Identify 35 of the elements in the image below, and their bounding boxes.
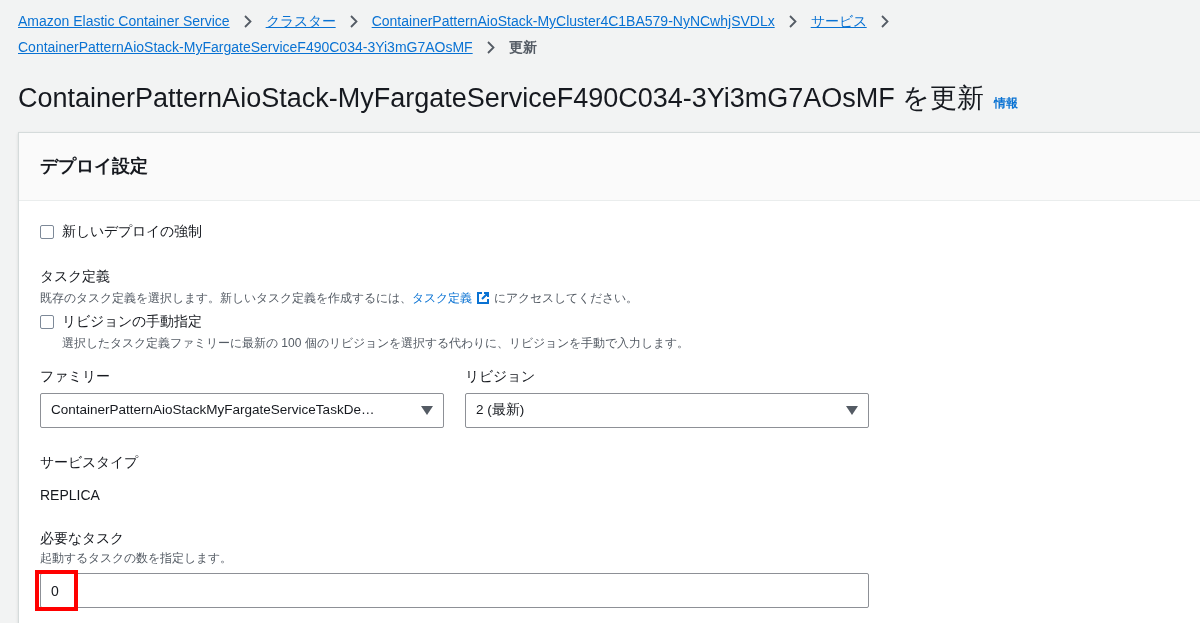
field-description: 既存のタスク定義を選択します。新しいタスク定義を作成するには、 (40, 290, 412, 307)
field-value: REPLICA (40, 486, 101, 505)
breadcrumb-current: 更新 (508, 38, 537, 57)
field-label: サービスタイプ (40, 453, 140, 472)
field-label: ファミリー (40, 367, 111, 386)
external-link-icon (476, 291, 490, 305)
field-label: リビジョン (465, 367, 536, 386)
caret-icon (421, 406, 433, 415)
field-label: 必要なタスク (40, 529, 125, 548)
chevron-right-icon (349, 14, 358, 28)
chevron-right-icon (243, 14, 252, 28)
panel-title: デプロイ設定 (40, 155, 148, 178)
breadcrumb-link[interactable]: Amazon Elastic Container Service (18, 10, 230, 32)
desired-tasks-field[interactable]: 0 (40, 573, 869, 608)
checkbox[interactable] (40, 314, 54, 329)
chevron-right-icon (788, 14, 797, 28)
revision-select[interactable]: 2 (最新) (465, 393, 869, 428)
breadcrumb-link[interactable]: クラスター (265, 10, 336, 32)
family-select[interactable]: ContainerPatternAioStackMyFargateServiceTaskDe… (40, 393, 444, 428)
field-label: タスク定義 (40, 267, 111, 286)
checkbox-description: 選択したタスク定義ファミリーに最新の 100 個のリビジョンを選択する代わりに、リビジョンを手動で入力します。 (62, 335, 690, 352)
breadcrumb-link[interactable]: ContainerPatternAioStack-MyFargateServiceF490C034-3Yi3mG7AOsMF (18, 36, 473, 58)
field-description: にアクセスしてください。 (494, 290, 638, 307)
caret-icon (846, 406, 858, 415)
field-description: 起動するタスクの数を指定します。 (40, 550, 233, 567)
checkbox-label: 新しいデプロイの強制 (62, 222, 202, 241)
task-definition-link[interactable]: タスク定義 (412, 289, 472, 307)
checkbox[interactable] (40, 224, 54, 239)
info-link[interactable]: 情報 (994, 94, 1019, 112)
chevron-right-icon (486, 40, 495, 54)
chevron-right-icon (880, 14, 889, 28)
page-title: ContainerPatternAioStack-MyFargateServiceF490C034-3Yi3mG7AOsMF を更新 (18, 82, 985, 115)
breadcrumb-link[interactable]: サービス (810, 10, 867, 32)
checkbox-label: リビジョンの手動指定 (62, 312, 202, 331)
breadcrumb-link[interactable]: ContainerPatternAioStack-MyCluster4C1BA579-NyNCwhjSVDLx (371, 10, 775, 32)
